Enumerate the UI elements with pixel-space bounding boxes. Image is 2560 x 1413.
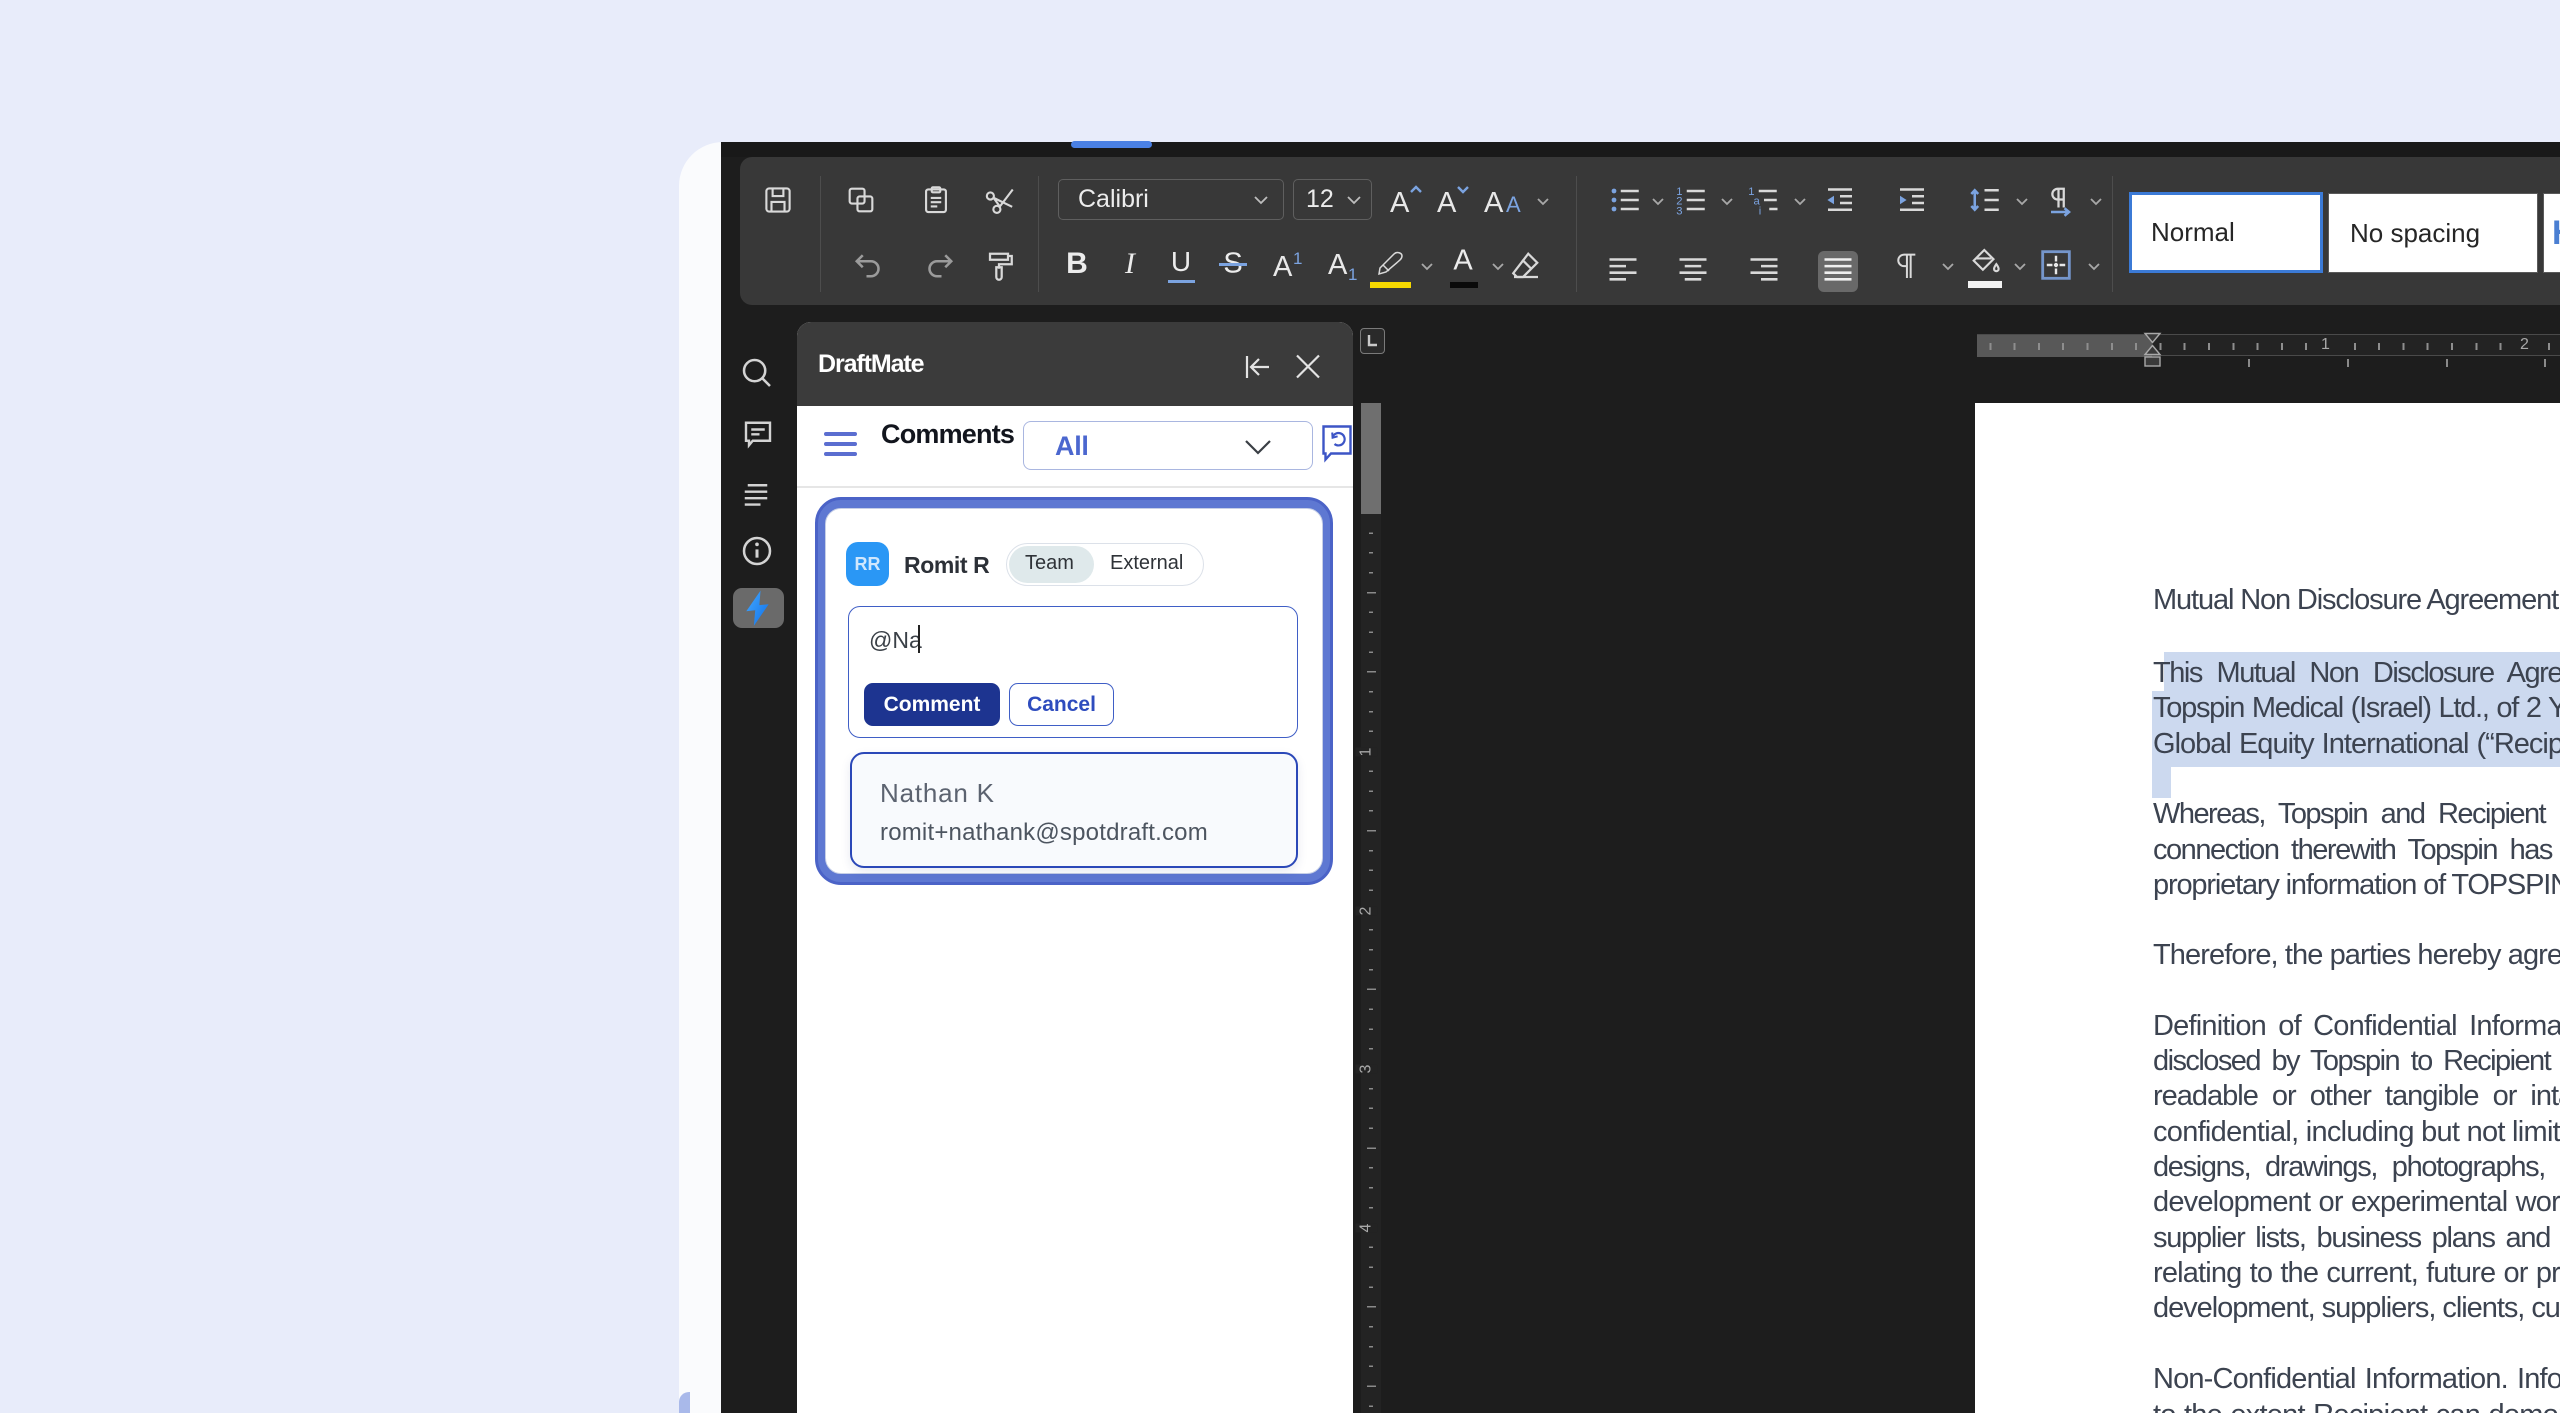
svg-text:i: i [1759,205,1762,217]
svg-text:A: A [1328,249,1348,281]
svg-text:1: 1 [1293,249,1302,268]
svg-text:3: 3 [1676,205,1682,217]
svg-text:A: A [1437,187,1457,218]
svg-text:A: A [1390,187,1410,218]
svg-text:A: A [1273,251,1293,282]
svg-text:A: A [1484,187,1504,218]
svg-text:1: 1 [1348,265,1357,282]
svg-text:A: A [1506,192,1521,217]
